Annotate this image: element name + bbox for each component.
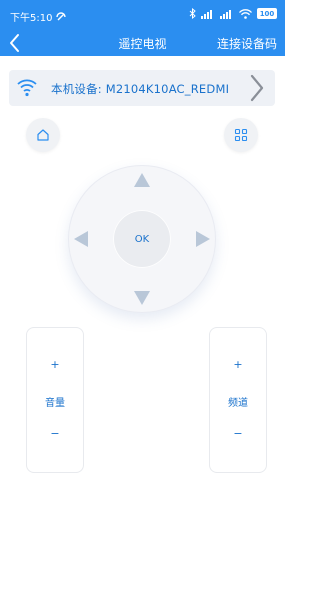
volume-down-button[interactable]: − <box>27 427 83 440</box>
dpad-left-button[interactable] <box>74 231 88 247</box>
channel-up-button[interactable]: + <box>210 358 266 371</box>
connect-device-code-button[interactable]: 连接设备码 <box>217 35 277 52</box>
wifi-status-icon <box>239 8 252 19</box>
volume-label: 音量 <box>45 398 65 409</box>
channel-rocker: + 频道 − <box>209 327 267 473</box>
grid-icon <box>234 128 248 142</box>
volume-up-button[interactable]: + <box>27 358 83 371</box>
status-right: 100 <box>189 8 277 19</box>
notification-icon <box>56 11 67 20</box>
dpad-up-button[interactable] <box>134 173 150 187</box>
battery-icon: 100 <box>257 8 277 19</box>
signal-icon-2 <box>220 9 231 19</box>
volume-rocker: + 音量 − <box>26 327 84 473</box>
channel-label: 频道 <box>228 398 248 409</box>
status-left: 下午5:10 <box>10 9 67 24</box>
signal-icon <box>201 9 212 19</box>
ok-label: OK <box>134 233 150 245</box>
wifi-icon <box>17 79 37 97</box>
dpad: OK <box>68 165 216 313</box>
device-selector[interactable]: 本机设备: M2104K10AC_REDMI <box>9 70 275 106</box>
bluetooth-icon <box>189 8 196 19</box>
chevron-right-icon <box>250 74 264 102</box>
home-button[interactable] <box>26 118 60 152</box>
ok-button[interactable]: OK <box>113 210 171 268</box>
home-icon <box>37 129 49 141</box>
app-bar: 遥控电视 连接设备码 <box>0 30 285 56</box>
menu-button[interactable] <box>224 118 258 152</box>
status-time: 下午5:10 <box>10 13 53 24</box>
dpad-right-button[interactable] <box>196 231 210 247</box>
status-bar: 下午5:10 100 <box>0 0 285 30</box>
device-label: 本机设备: M2104K10AC_REDMI <box>51 82 230 96</box>
dpad-down-button[interactable] <box>134 291 150 305</box>
channel-down-button[interactable]: − <box>210 427 266 440</box>
